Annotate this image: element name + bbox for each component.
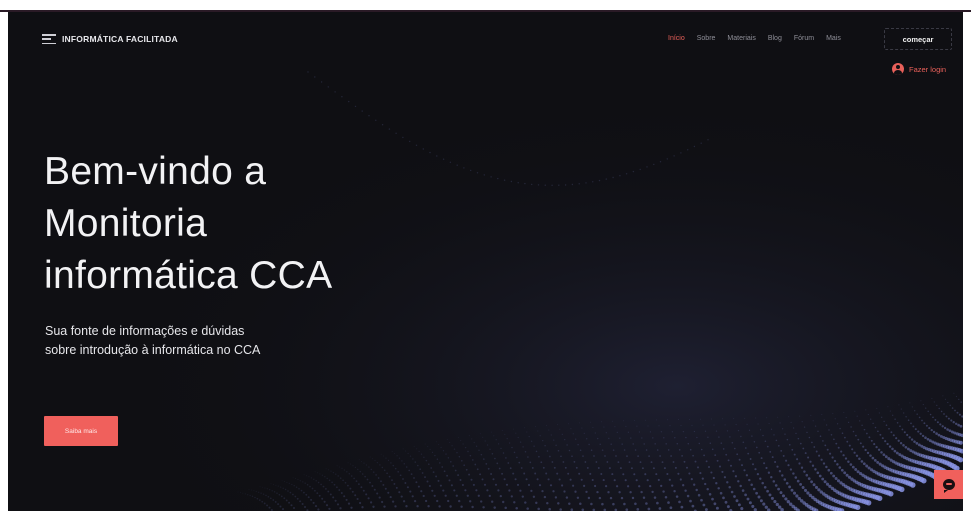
login-label: Fazer login [909,64,947,74]
site-logo[interactable]: INFORMÁTICA FACILITADA [42,32,178,46]
hero-title-line-3: informática CCA [44,254,333,297]
nav-item-materiais[interactable]: Materiais [727,35,755,42]
main-nav: Início Sobre Materiais Blog Fórum Mais [668,35,841,42]
hero-section: INFORMÁTICA FACILITADA Início Sobre Mate… [8,12,963,511]
chat-bubble-icon [942,479,955,493]
hero-title: Bem-vindo a Monitoria informática CCA [44,146,464,302]
login-link[interactable]: Fazer login [892,63,946,75]
site-header: INFORMÁTICA FACILITADA Início Sobre Mate… [8,12,963,72]
start-button[interactable]: começar [884,28,952,50]
menu-lines-icon [42,32,56,46]
hero-title-line-1: Bem-vindo a [44,150,267,193]
logo-text: INFORMÁTICA FACILITADA [62,34,178,44]
nav-item-blog[interactable]: Blog [768,35,782,42]
hero-title-line-2: Monitoria [44,202,208,245]
learn-more-button[interactable]: Saiba mais [44,416,118,446]
chat-button[interactable] [934,470,963,499]
user-avatar-icon [892,63,904,75]
nav-item-mais[interactable]: Mais [826,35,841,42]
hero-subtitle: Sua fonte de informações e dúvidas sobre… [45,324,261,357]
nav-item-sobre[interactable]: Sobre [697,35,716,42]
nav-item-inicio[interactable]: Início [668,35,685,42]
nav-item-forum[interactable]: Fórum [794,35,814,42]
